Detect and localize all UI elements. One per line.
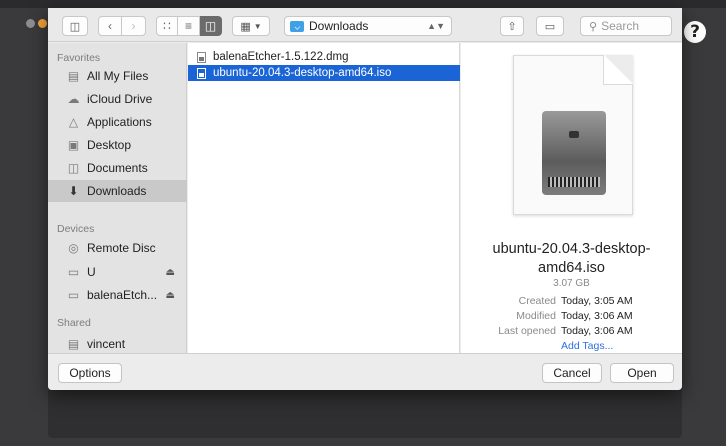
preview-file-size: 3.07 GB <box>553 278 590 289</box>
preview-file-name-line1: ubuntu-20.04.3-desktop- <box>492 241 651 257</box>
sidebar-item-downloads[interactable]: ⬇ Downloads <box>48 180 187 202</box>
file-preview-thumbnail <box>513 55 633 215</box>
background-window-bottom <box>48 390 682 438</box>
tag-icon: ▭ <box>544 20 556 33</box>
drive-icon: ▭ <box>67 288 80 302</box>
dialog-footer: Options Cancel Open <box>48 353 682 390</box>
file-row[interactable]: balenaEtcher-1.5.122.dmg <box>188 49 460 65</box>
help-button[interactable]: ? <box>684 21 706 43</box>
dmg-file-icon <box>197 51 206 63</box>
preview-file-name: ubuntu-20.04.3-desktop- amd64.iso <box>461 240 682 278</box>
up-down-chevron-icon: ▲▼ <box>427 21 445 31</box>
eject-icon[interactable]: ⏏ <box>166 267 175 278</box>
sidebar-item-label: Desktop <box>87 138 132 152</box>
share-icon: ⇧ <box>507 20 517 33</box>
back-button[interactable]: ‹ <box>98 16 122 36</box>
share-button[interactable]: ⇧ <box>500 16 524 36</box>
drive-icon: ▭ <box>67 265 80 279</box>
arrange-button[interactable]: ▦ ▼ <box>232 16 270 36</box>
disc-icon: ◎ <box>68 241 79 255</box>
documents-icon: ◫ <box>67 161 80 175</box>
sidebar-item-label: iCloud Drive <box>87 92 153 106</box>
open-button[interactable]: Open <box>610 363 674 383</box>
page-fold <box>603 55 633 85</box>
chevron-right-icon: › <box>131 19 136 33</box>
forward-button[interactable]: › <box>122 16 146 36</box>
meta-value: Today, 3:06 AM <box>561 325 633 337</box>
view-mode-selector: ∷ ≡ ◫ <box>156 16 222 36</box>
columns-icon: ◫ <box>204 19 217 33</box>
location-label: Downloads <box>309 19 369 33</box>
preview-file-name-line2: amd64.iso <box>538 260 605 276</box>
sidebar-item-label: balenaEtch... <box>87 288 158 302</box>
tags-button[interactable]: ▭ <box>536 16 564 36</box>
computer-icon: ▤ <box>67 337 80 351</box>
open-file-dialog: ◫ ‹ › ∷ ≡ ◫ ▦ ▼ Downloads ▲▼ ⇧ ▭ ⚲ Search <box>48 8 682 390</box>
eject-icon[interactable]: ⏏ <box>166 290 175 301</box>
sidebar-item-label: Documents <box>87 161 148 175</box>
search-placeholder: Search <box>601 19 640 33</box>
sidebar-toggle-icon: ◫ <box>69 20 81 33</box>
background-window-top <box>0 0 726 8</box>
sidebar-toggle-button[interactable]: ◫ <box>62 16 88 36</box>
meta-value: Today, 3:05 AM <box>561 295 633 307</box>
cloud-icon: ☁ <box>67 92 80 106</box>
sidebar: Favorites ▤ All My Files ☁ iCloud Drive … <box>48 43 187 353</box>
sidebar-item-vincent[interactable]: ▤ vincent <box>48 333 187 355</box>
preview-pane: ubuntu-20.04.3-desktop- amd64.iso 3.07 G… <box>461 43 682 353</box>
file-name: balenaEtcher-1.5.122.dmg <box>213 51 349 63</box>
downloads-folder-icon <box>290 20 304 32</box>
list-view-button[interactable]: ≡ <box>178 16 200 36</box>
window-control-minimize[interactable] <box>38 19 47 28</box>
add-tags-link[interactable]: Add Tags... <box>561 340 613 352</box>
meta-label: Last opened <box>498 325 556 337</box>
chevron-down-icon: ▼ <box>253 21 262 31</box>
sidebar-item-remote-disc[interactable]: ◎ Remote Disc <box>48 237 187 259</box>
search-input[interactable]: ⚲ Search <box>580 16 672 36</box>
devices-header: Devices <box>57 223 95 235</box>
all-files-icon: ▤ <box>67 69 80 83</box>
meta-value: Today, 3:06 AM <box>561 310 633 322</box>
options-button[interactable]: Options <box>58 363 122 383</box>
sidebar-item-u[interactable]: ▭ U ⏏ <box>48 261 187 283</box>
file-name: ubuntu-20.04.3-desktop-amd64.iso <box>213 67 392 79</box>
column-view-button[interactable]: ◫ <box>200 16 222 36</box>
sidebar-item-balenaetcher[interactable]: ▭ balenaEtch... ⏏ <box>48 284 187 306</box>
meta-label: Modified <box>516 310 556 322</box>
favorites-header: Favorites <box>57 52 101 64</box>
file-list-column: balenaEtcher-1.5.122.dmg ubuntu-20.04.3-… <box>188 43 460 353</box>
desktop-icon: ▣ <box>67 138 80 152</box>
sidebar-item-label: Downloads <box>87 184 147 198</box>
location-popup[interactable]: Downloads ▲▼ <box>284 16 452 36</box>
sidebar-item-applications[interactable]: △ Applications <box>48 111 187 133</box>
file-row-selected[interactable]: ubuntu-20.04.3-desktop-amd64.iso <box>188 65 460 81</box>
icon-view-button[interactable]: ∷ <box>156 16 178 36</box>
arrange-icon: ▦ <box>240 20 251 33</box>
downloads-icon: ⬇ <box>68 184 79 198</box>
sidebar-item-label: All My Files <box>87 69 149 83</box>
sidebar-item-desktop[interactable]: ▣ Desktop <box>48 134 187 156</box>
shared-header: Shared <box>57 317 91 329</box>
navigation-buttons: ‹ › <box>98 16 146 36</box>
sidebar-item-documents[interactable]: ◫ Documents <box>48 157 187 179</box>
sidebar-item-label: Applications <box>87 115 152 129</box>
cancel-button[interactable]: Cancel <box>542 363 602 383</box>
disk-image-icon <box>542 111 606 195</box>
window-control-gray[interactable] <box>26 19 35 28</box>
sidebar-item-label: vincent <box>87 337 126 351</box>
applications-icon: △ <box>68 115 79 129</box>
search-icon: ⚲ <box>589 20 598 33</box>
sidebar-item-label: Remote Disc <box>87 241 156 255</box>
dialog-toolbar: ◫ ‹ › ∷ ≡ ◫ ▦ ▼ Downloads ▲▼ ⇧ ▭ ⚲ Search <box>48 8 682 42</box>
grid-icon: ∷ <box>163 19 171 33</box>
sidebar-item-label: U <box>87 265 96 279</box>
sidebar-item-icloud-drive[interactable]: ☁ iCloud Drive <box>48 88 187 110</box>
iso-file-icon <box>197 67 206 79</box>
chevron-left-icon: ‹ <box>108 19 112 33</box>
list-icon: ≡ <box>184 19 192 33</box>
meta-label: Created <box>518 295 556 307</box>
sidebar-item-all-my-files[interactable]: ▤ All My Files <box>48 65 187 87</box>
